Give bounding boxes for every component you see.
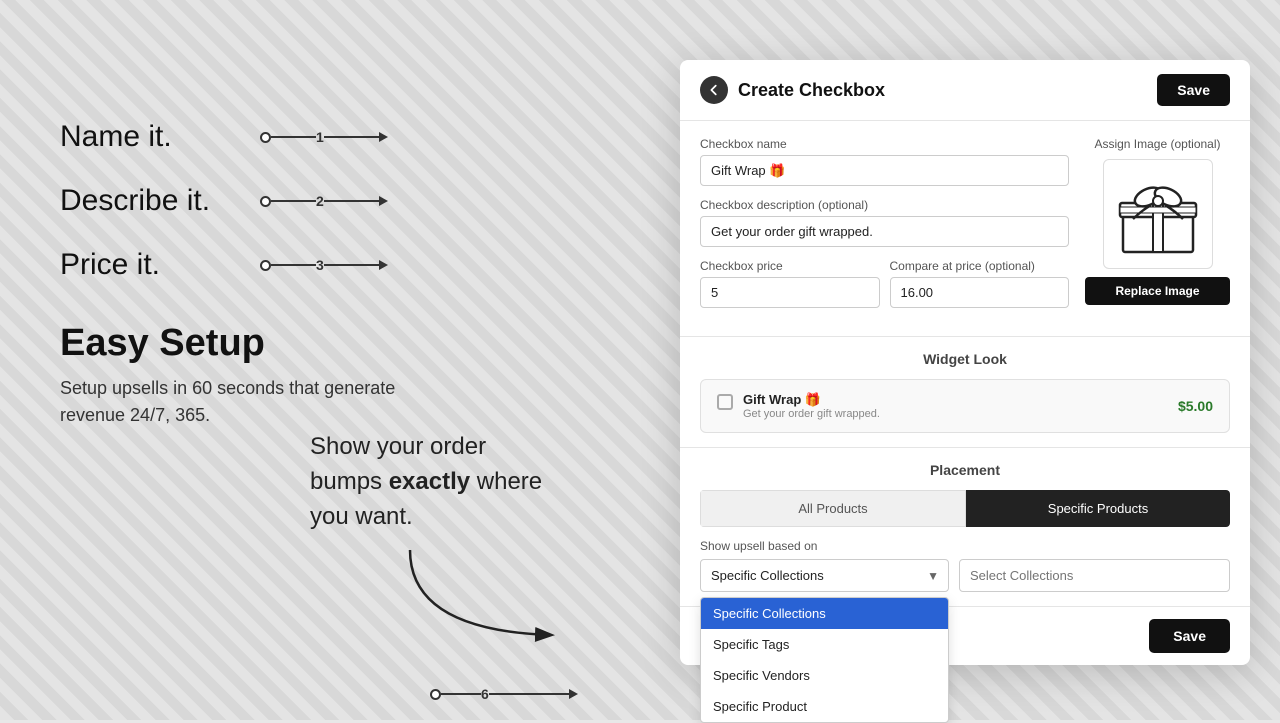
widget-preview-desc: Get your order gift wrapped. <box>743 408 880 420</box>
collections-input[interactable] <box>959 559 1230 592</box>
step-1-line <box>271 136 316 138</box>
widget-preview-price: $5.00 <box>1178 398 1213 414</box>
easy-setup-desc: Setup upsells in 60 seconds that generat… <box>60 375 440 429</box>
checkbox-price-label: Checkbox price <box>700 259 880 273</box>
step-1-arrowhead <box>379 132 388 142</box>
price-row: Checkbox price Compare at price (optiona… <box>700 259 1069 320</box>
modal-title: Create Checkbox <box>738 80 885 101</box>
step-2-arrow-line <box>324 200 379 202</box>
dropdown-item-specific-vendors[interactable]: Specific Vendors <box>701 660 948 691</box>
step-3-number: 3 <box>316 257 324 273</box>
checkbox-price-input[interactable] <box>700 277 880 308</box>
widget-look-title: Widget Look <box>700 351 1230 367</box>
checkbox-desc-group: Checkbox description (optional) <box>700 198 1069 247</box>
step-1-number: 1 <box>316 129 324 145</box>
steps-section: Name it. 1 Describe it. 2 <box>60 120 440 429</box>
compare-price-input[interactable] <box>890 277 1070 308</box>
step-6-arrow-line <box>489 693 569 695</box>
step-3-connector: 3 <box>260 257 388 273</box>
upsell-row: Specific Collections Specific Tags Speci… <box>700 559 1230 592</box>
modal-form-left: Checkbox name Checkbox description (opti… <box>700 137 1085 320</box>
save-button-header[interactable]: Save <box>1157 74 1230 106</box>
widget-preview-text: Gift Wrap 🎁 Get your order gift wrapped. <box>743 392 880 420</box>
step-6-number: 6 <box>481 686 489 702</box>
dropdown-menu: Specific Collections Specific Tags Speci… <box>700 597 949 723</box>
placement-text: Show your order bumps exactly where you … <box>310 430 542 534</box>
step-2-line <box>271 200 316 202</box>
step-2-connector: 2 <box>260 193 388 209</box>
step-1-dot <box>260 132 271 143</box>
modal-form-right: Assign Image (optional) <box>1085 137 1230 320</box>
modal-header: Create Checkbox Save <box>680 60 1250 121</box>
replace-image-button[interactable]: Replace Image <box>1085 277 1230 305</box>
tab-all-products[interactable]: All Products <box>700 490 966 527</box>
step-6-dot <box>430 689 441 700</box>
step-2-arrowhead <box>379 196 388 206</box>
exactly-text: exactly <box>389 468 470 495</box>
checkbox-name-group: Checkbox name <box>700 137 1069 186</box>
widget-preview-left: Gift Wrap 🎁 Get your order gift wrapped. <box>717 392 880 420</box>
step-3-arrowhead <box>379 260 388 270</box>
step-6-arrowhead <box>569 689 578 699</box>
placement-section-title: Placement <box>700 462 1230 478</box>
easy-setup-title: Easy Setup <box>60 322 440 365</box>
create-checkbox-modal: Create Checkbox Save Checkbox name Check… <box>680 60 1250 665</box>
modal-header-left: Create Checkbox <box>700 76 885 104</box>
back-button[interactable] <box>700 76 728 104</box>
upsell-based-label: Show upsell based on <box>700 539 1230 553</box>
step-6-line <box>441 693 481 695</box>
placement-section-modal: Placement All Products Specific Products… <box>680 448 1250 606</box>
step-3-label: Price it. <box>60 248 260 282</box>
placement-section-left: Show your order bumps exactly where you … <box>310 430 542 534</box>
step-1-arrow-line <box>324 136 379 138</box>
checkbox-name-input[interactable] <box>700 155 1069 186</box>
step-1-connector: 1 <box>260 129 388 145</box>
step-2-number: 2 <box>316 193 324 209</box>
step-2-arrow <box>324 196 388 206</box>
widget-preview-name: Gift Wrap 🎁 <box>743 392 880 408</box>
upsell-select[interactable]: Specific Collections Specific Tags Speci… <box>700 559 949 592</box>
gift-image-preview <box>1103 159 1213 269</box>
compare-price-group: Compare at price (optional) <box>890 259 1070 308</box>
step-2-label: Describe it. <box>60 184 260 218</box>
gift-box-svg <box>1113 169 1203 259</box>
compare-price-label: Compare at price (optional) <box>890 259 1070 273</box>
assign-image-label: Assign Image (optional) <box>1094 137 1220 151</box>
checkbox-desc-label: Checkbox description (optional) <box>700 198 1069 212</box>
step-3-arrow-line <box>324 264 379 266</box>
checkbox-desc-input[interactable] <box>700 216 1069 247</box>
save-button-footer[interactable]: Save <box>1149 619 1230 653</box>
checkbox-name-label: Checkbox name <box>700 137 1069 151</box>
dropdown-item-specific-tags[interactable]: Specific Tags <box>701 629 948 660</box>
widget-preview: Gift Wrap 🎁 Get your order gift wrapped.… <box>700 379 1230 433</box>
back-icon <box>707 83 721 97</box>
checkbox-price-group: Checkbox price <box>700 259 880 308</box>
step-1-row: Name it. 1 <box>60 120 440 154</box>
curved-arrow-icon <box>380 540 580 660</box>
step-1-arrow <box>324 132 388 142</box>
placement-tabs: All Products Specific Products <box>700 490 1230 527</box>
easy-setup: Easy Setup Setup upsells in 60 seconds t… <box>60 322 440 429</box>
step-2-row: Describe it. 2 <box>60 184 440 218</box>
step-3-dot <box>260 260 271 271</box>
dropdown-item-specific-collections[interactable]: Specific Collections <box>701 598 948 629</box>
step-1-label: Name it. <box>60 120 260 154</box>
step-3-row: Price it. 3 <box>60 248 440 282</box>
step-2-dot <box>260 196 271 207</box>
dropdown-item-specific-product[interactable]: Specific Product <box>701 691 948 722</box>
step-3-arrow <box>324 260 388 270</box>
modal-body-top: Checkbox name Checkbox description (opti… <box>680 121 1250 337</box>
step-6-connector: 6 <box>430 686 578 702</box>
step-3-line <box>271 264 316 266</box>
steps-list: Name it. 1 Describe it. 2 <box>60 120 440 282</box>
select-wrapper: Specific Collections Specific Tags Speci… <box>700 559 949 592</box>
widget-preview-checkbox[interactable] <box>717 394 733 410</box>
tab-specific-products[interactable]: Specific Products <box>966 490 1230 527</box>
widget-look-section: Widget Look Gift Wrap 🎁 Get your order g… <box>680 337 1250 448</box>
